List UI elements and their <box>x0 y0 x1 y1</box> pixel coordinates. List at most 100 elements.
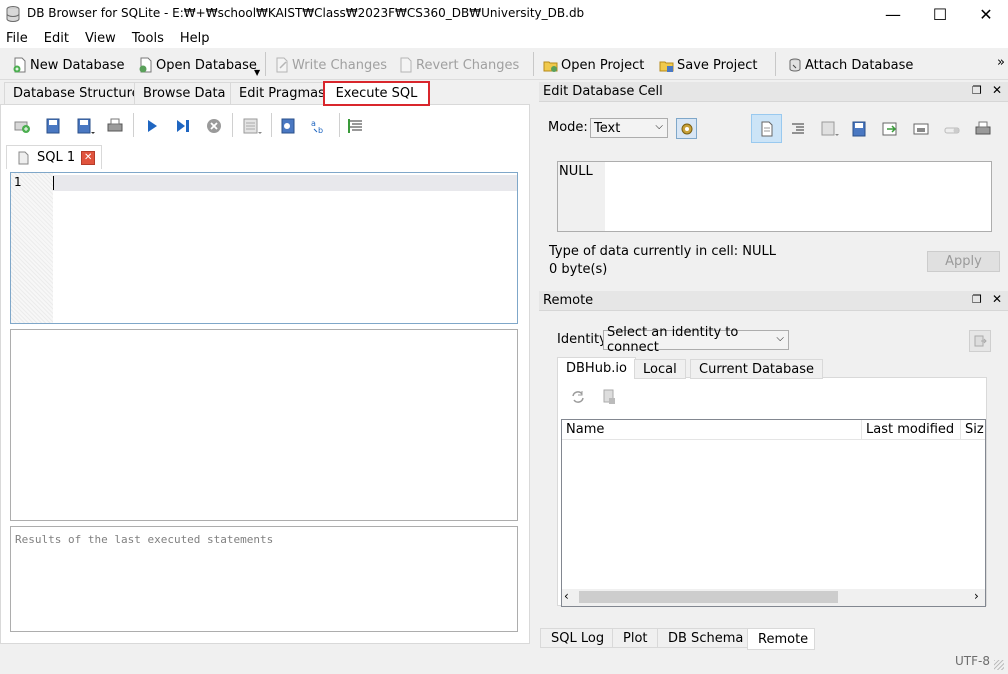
menu-view[interactable]: View <box>79 31 122 46</box>
open-sql-file-icon[interactable] <box>44 117 62 135</box>
cell-value: NULL <box>559 164 593 179</box>
execute-line-icon[interactable] <box>174 117 192 135</box>
print-cell-icon[interactable] <box>974 120 992 138</box>
import-file-icon[interactable] <box>820 120 840 138</box>
export-file-icon[interactable] <box>851 120 867 138</box>
document-icon <box>761 121 772 136</box>
save-project-label: Save Project <box>677 57 758 73</box>
write-changes-label: Write Changes <box>292 57 387 73</box>
stop-execution-icon[interactable] <box>205 117 223 135</box>
tab-current-database[interactable]: Current Database <box>690 359 823 379</box>
refresh-icon[interactable] <box>569 388 587 406</box>
sql-toolbar-separator <box>339 113 340 137</box>
resize-grip-icon[interactable] <box>994 660 1004 670</box>
remote-file-list[interactable]: Name Last modified Siz ‹ › <box>561 419 986 607</box>
open-database-dropdown-icon[interactable]: ▼ <box>254 68 260 77</box>
apply-button[interactable]: Apply <box>927 251 1000 272</box>
text-cursor <box>53 176 54 190</box>
tab-execute-sql[interactable]: Execute SQL <box>323 81 430 106</box>
tab-dbhub-io[interactable]: DBHub.io <box>557 357 636 378</box>
menu-edit[interactable]: Edit <box>38 31 75 46</box>
open-in-external-icon[interactable] <box>881 120 899 138</box>
tab-plot[interactable]: Plot <box>612 628 659 648</box>
open-database-icon <box>139 57 152 73</box>
open-tab-icon[interactable] <box>13 117 31 135</box>
chevron-down-icon: ⌵ <box>655 121 663 132</box>
identity-label: Identity <box>557 332 607 347</box>
window-title: DB Browser for SQLite - E:₩+₩school₩KAIS… <box>27 6 585 20</box>
execute-all-icon[interactable] <box>143 117 161 135</box>
edit-cell-title: Edit Database Cell <box>543 84 663 99</box>
float-dock-icon[interactable]: ❐ <box>972 84 982 97</box>
close-tab-icon[interactable]: ✕ <box>81 150 96 165</box>
save-sql-file-icon[interactable] <box>75 117 97 137</box>
column-last-modified-header[interactable]: Last modified <box>866 422 954 437</box>
tab-database-structure[interactable]: Database Structure <box>4 82 149 104</box>
scrollbar-thumb[interactable] <box>579 591 838 603</box>
tab-remote[interactable]: Remote <box>747 628 815 650</box>
save-project-icon <box>659 61 674 72</box>
close-dock-icon[interactable]: ✕ <box>992 83 1002 97</box>
mode-label: Mode: <box>548 120 588 135</box>
mode-value: Text <box>594 120 621 136</box>
find-replace-icon[interactable]: ab <box>310 117 328 135</box>
print-icon[interactable] <box>106 117 124 135</box>
save-results-icon[interactable] <box>242 117 264 137</box>
save-project-button[interactable]: Save Project <box>659 55 758 75</box>
tab-local[interactable]: Local <box>634 359 686 379</box>
attach-database-button[interactable]: Attach Database <box>787 55 913 75</box>
set-null-icon[interactable] <box>912 120 930 138</box>
close-button[interactable]: ✕ <box>963 0 1008 28</box>
tab-db-schema[interactable]: DB Schema <box>657 628 755 648</box>
sql-tab-label: SQL 1 <box>37 150 76 165</box>
menu-help[interactable]: Help <box>174 31 216 46</box>
mode-combo[interactable]: Text ⌵ <box>590 118 668 138</box>
open-project-button[interactable]: Open Project <box>543 55 644 75</box>
auto-switch-mode-button[interactable] <box>676 118 697 139</box>
sql-editor[interactable]: 1 <box>10 172 518 324</box>
revert-changes-button[interactable]: Revert Changes <box>398 55 519 75</box>
column-size-header[interactable]: Siz <box>965 422 984 437</box>
write-changes-button[interactable]: Write Changes <box>274 55 387 75</box>
toolbar-separator <box>265 52 266 76</box>
find-icon[interactable] <box>279 117 297 135</box>
word-wrap-button[interactable] <box>751 114 782 143</box>
menu-bar: File Edit View Tools Help <box>0 28 1008 48</box>
attach-database-icon <box>789 58 801 72</box>
menu-tools[interactable]: Tools <box>126 31 170 46</box>
maximize-button[interactable]: ☐ <box>917 0 963 28</box>
open-database-label: Open Database <box>156 57 257 73</box>
title-bar: DB Browser for SQLite - E:₩+₩school₩KAIS… <box>0 0 1008 28</box>
results-placeholder: Results of the last executed statements <box>15 533 274 546</box>
menu-file[interactable]: File <box>0 31 34 46</box>
scroll-left-icon[interactable]: ‹ <box>564 589 569 603</box>
attach-database-label: Attach Database <box>805 57 914 73</box>
results-grid[interactable] <box>10 329 518 521</box>
toolbar-overflow-button[interactable]: » <box>997 55 1005 70</box>
open-project-label: Open Project <box>561 57 645 73</box>
push-database-button[interactable] <box>969 330 991 352</box>
cell-editor[interactable]: NULL <box>557 161 992 232</box>
revert-changes-label: Revert Changes <box>416 57 520 73</box>
minimize-button[interactable]: — <box>870 0 916 28</box>
push-database-icon <box>974 335 987 347</box>
tab-edit-pragmas[interactable]: Edit Pragmas <box>230 82 334 104</box>
new-database-button[interactable]: New Database <box>12 55 125 75</box>
identity-combo[interactable]: Select an identity to connect ⌵ <box>603 325 789 355</box>
close-dock-icon[interactable]: ✕ <box>992 292 1002 306</box>
comment-lines-icon[interactable] <box>347 117 365 135</box>
horizontal-scrollbar[interactable]: ‹ › <box>562 589 985 606</box>
column-name-header[interactable]: Name <box>566 422 604 437</box>
toggle-icon[interactable] <box>943 120 961 138</box>
open-database-button[interactable]: Open Database <box>138 55 257 75</box>
clone-database-icon[interactable] <box>600 388 618 406</box>
results-message-area[interactable]: Results of the last executed statements <box>10 526 518 632</box>
indent-icon[interactable] <box>790 121 806 137</box>
scroll-right-icon[interactable]: › <box>974 589 979 603</box>
toolbar-separator <box>775 52 776 76</box>
tab-browse-data[interactable]: Browse Data <box>134 82 235 104</box>
column-divider <box>861 420 862 440</box>
float-dock-icon[interactable]: ❐ <box>972 293 982 306</box>
tab-sql-log[interactable]: SQL Log <box>540 628 616 648</box>
sql-1-tab[interactable]: SQL 1 ✕ <box>6 145 102 169</box>
